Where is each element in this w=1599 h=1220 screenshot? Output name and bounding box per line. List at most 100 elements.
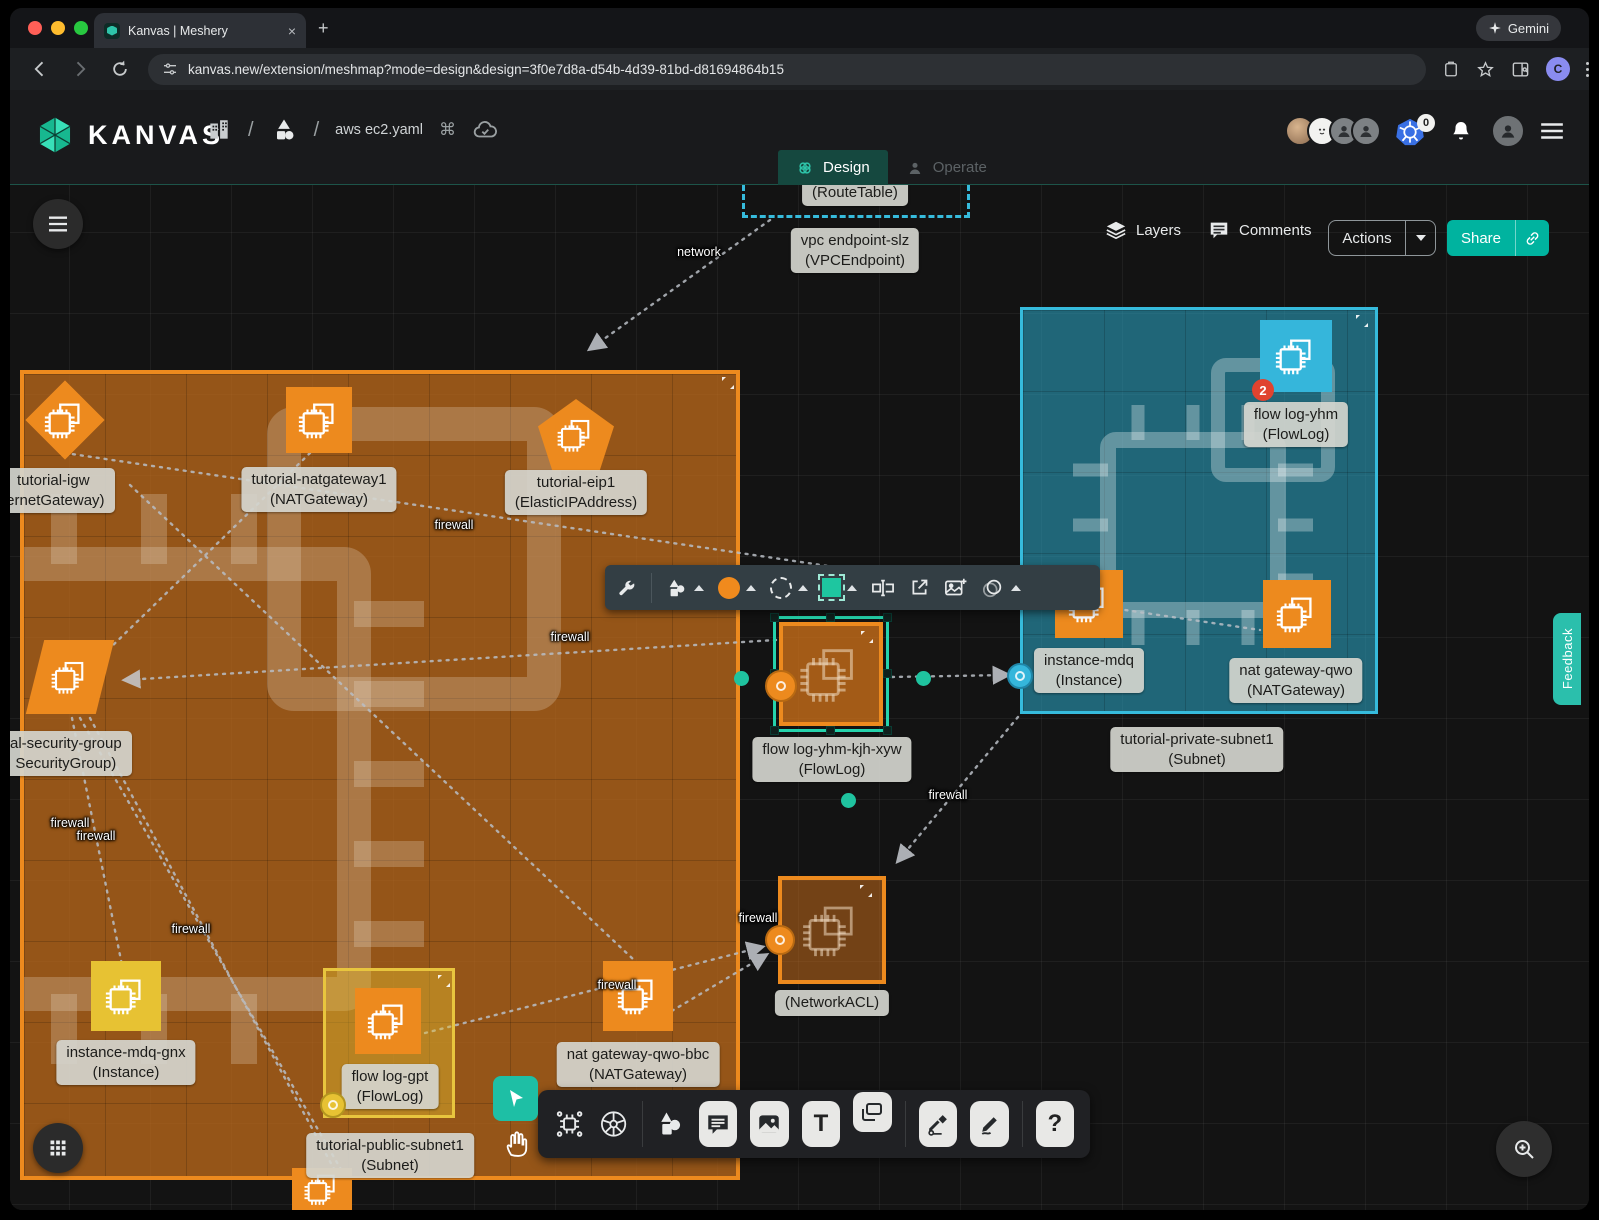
group-style-button[interactable]	[981, 577, 1021, 599]
maximize-window-button[interactable]	[74, 21, 88, 35]
new-tab-button[interactable]: +	[318, 18, 329, 39]
edge-connector-handle[interactable]	[1007, 663, 1033, 689]
comment-tool-button[interactable]	[699, 1101, 738, 1147]
actions-dropdown-button[interactable]	[1405, 221, 1435, 255]
node-label-natgateway1[interactable]: tutorial-natgateway1(NATGateway)	[241, 467, 396, 512]
selection-handle[interactable]	[883, 613, 892, 622]
selection-dot[interactable]	[916, 671, 931, 686]
draw-tool-button[interactable]	[970, 1101, 1009, 1147]
canvas-menu-button[interactable]	[33, 199, 83, 249]
selection-handle[interactable]	[883, 669, 892, 678]
node-flowlog-yhm[interactable]	[1260, 320, 1332, 392]
node-flowlog-gpt[interactable]	[355, 988, 421, 1054]
kubernetes-tool-icon[interactable]	[598, 1107, 629, 1141]
components-tool-icon[interactable]	[554, 1107, 585, 1141]
resize-handle-icon[interactable]	[860, 885, 872, 897]
node-label-natgateway-bbc[interactable]: nat gateway-qwo-bbc(NATGateway)	[557, 1042, 720, 1087]
gemini-button[interactable]: Gemini	[1476, 15, 1561, 41]
annotate-tool-button[interactable]	[919, 1101, 958, 1147]
rename-field-icon[interactable]	[871, 577, 895, 599]
shapes-tool-icon[interactable]	[656, 1108, 685, 1140]
feedback-tab[interactable]: Feedback	[1553, 613, 1581, 705]
actions-button[interactable]: Actions	[1328, 220, 1436, 256]
node-label-flowlog-gpt[interactable]: flow log-gpt(FlowLog)	[342, 1064, 439, 1109]
user-avatar[interactable]	[1491, 114, 1525, 148]
node-label-routetable[interactable]: (RouteTable)	[802, 185, 908, 206]
node-label-flowlog-yhm[interactable]: flow log-yhm(FlowLog)	[1244, 402, 1348, 447]
selection-handle[interactable]	[826, 726, 835, 735]
browser-tab[interactable]: Kanvas | Meshery ×	[94, 13, 306, 48]
share-link-button[interactable]	[1515, 220, 1549, 256]
tab-design[interactable]: Design	[778, 150, 888, 185]
forward-icon[interactable]	[70, 59, 90, 79]
selection-dot[interactable]	[841, 793, 856, 808]
url-bar[interactable]: kanvas.new/extension/meshmap?mode=design…	[148, 54, 1426, 85]
back-icon[interactable]	[30, 59, 50, 79]
help-tool-button[interactable]: ?	[1036, 1101, 1075, 1147]
apps-grid-button[interactable]	[33, 1123, 83, 1173]
selection-dot[interactable]	[734, 671, 749, 686]
wrench-icon[interactable]	[617, 578, 637, 598]
close-window-button[interactable]	[28, 21, 42, 35]
collaborator-avatar[interactable]	[1351, 116, 1381, 146]
tab-operate[interactable]: Operate	[888, 150, 1005, 185]
design-file-name[interactable]: aws ec2.yaml	[335, 122, 423, 138]
site-settings-icon[interactable]	[162, 61, 178, 77]
node-instance-gnx[interactable]	[91, 961, 161, 1031]
pan-tool-button[interactable]	[497, 1123, 535, 1163]
selection-handle[interactable]	[826, 613, 835, 622]
comments-button[interactable]: Comments	[1208, 219, 1312, 241]
side-panel-icon[interactable]	[1511, 60, 1530, 79]
node-nat-gateway1[interactable]	[286, 387, 352, 453]
node-nat-gateway-qwo[interactable]	[1263, 580, 1331, 648]
node-label-vpc-endpoint[interactable]: vpc endpoint-slz(VPCEndpoint)	[791, 228, 919, 273]
selection-handle[interactable]	[883, 726, 892, 735]
node-label-flowlog-kjh[interactable]: flow log-yhm-kjh-xyw(FlowLog)	[752, 737, 911, 782]
environment-button[interactable]: 0	[1395, 114, 1435, 148]
node-label-eip1[interactable]: tutorial-eip1(ElasticIPAddress)	[505, 470, 647, 515]
selection-handle[interactable]	[770, 726, 779, 735]
node-label-instance-gnx[interactable]: instance-mdq-gnx(Instance)	[56, 1040, 195, 1085]
node-label-security-group[interactable]: al-security-groupSecurityGroup)	[10, 731, 132, 776]
save-icon[interactable]	[1442, 60, 1460, 78]
edge-connector-handle[interactable]	[320, 1092, 346, 1118]
open-external-icon[interactable]	[909, 577, 930, 598]
node-label-natgateway-qwo[interactable]: nat gateway-qwo(NATGateway)	[1229, 658, 1362, 703]
select-tool-button[interactable]	[493, 1076, 538, 1121]
layers-button[interactable]: Layers	[1105, 219, 1181, 241]
browser-menu-icon[interactable]	[1586, 62, 1589, 77]
notifications-bell-icon[interactable]	[1449, 119, 1473, 143]
node-label-network-acl[interactable]: (NetworkACL)	[775, 990, 889, 1016]
border-style-button[interactable]	[770, 577, 808, 599]
resize-handle-icon[interactable]	[1356, 315, 1368, 327]
minimize-window-button[interactable]	[51, 21, 65, 35]
node-label-igw[interactable]: tutorial-igwternetGateway)	[10, 468, 115, 513]
add-image-icon[interactable]	[944, 577, 967, 598]
node-label-public-subnet[interactable]: tutorial-public-subnet1(Subnet)	[306, 1133, 474, 1178]
kanvas-logo-icon[interactable]	[36, 116, 74, 154]
selection-handle[interactable]	[770, 613, 779, 622]
share-button[interactable]: Share	[1447, 220, 1549, 256]
design-canvas[interactable]: Layers Comments Actions Share	[10, 185, 1589, 1210]
node-label-instance-mdq[interactable]: instance-mdq(Instance)	[1034, 648, 1144, 693]
shapes-tool-button[interactable]	[666, 577, 704, 599]
text-tool-button[interactable]: T	[802, 1101, 841, 1147]
browser-profile-avatar[interactable]: C	[1546, 57, 1570, 81]
tab-close-icon[interactable]: ×	[288, 23, 296, 39]
resize-handle-icon[interactable]	[861, 631, 873, 643]
app-menu-icon[interactable]	[1539, 120, 1565, 142]
zoom-button[interactable]	[1496, 1121, 1552, 1177]
cloud-sync-icon[interactable]	[472, 117, 498, 143]
reload-icon[interactable]	[110, 59, 130, 79]
selection-style-button[interactable]	[822, 578, 857, 597]
bookmark-star-icon[interactable]	[1476, 60, 1495, 79]
resize-handle-icon[interactable]	[722, 377, 734, 389]
edge-connector-handle[interactable]	[765, 925, 795, 955]
image-tool-button[interactable]	[750, 1101, 789, 1147]
edge-connector-handle[interactable]	[765, 670, 797, 702]
node-nat-gateway-bbc[interactable]	[603, 961, 673, 1031]
fill-color-button[interactable]	[718, 577, 756, 599]
node-label-private-subnet[interactable]: tutorial-private-subnet1(Subnet)	[1110, 727, 1283, 772]
resize-handle-icon[interactable]	[438, 975, 450, 987]
organization-icon[interactable]	[206, 117, 232, 143]
